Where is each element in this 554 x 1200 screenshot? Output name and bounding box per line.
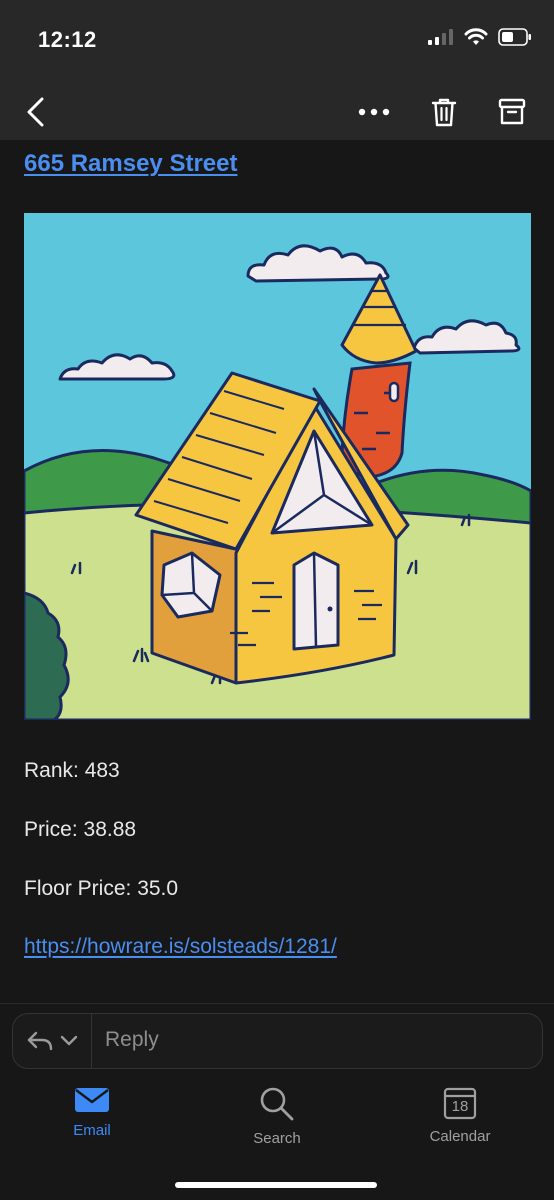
divider — [0, 1003, 554, 1004]
home-indicator[interactable] — [175, 1182, 377, 1188]
tab-email-label: Email — [73, 1122, 111, 1139]
chevron-down-icon — [60, 1035, 78, 1046]
clock: 12:12 — [38, 27, 97, 52]
trash-icon — [431, 98, 457, 127]
wifi-icon — [464, 28, 488, 45]
floor-price-text: Floor Price: 35.0 — [24, 877, 179, 900]
more-dots-icon — [358, 108, 390, 116]
tab-search[interactable]: Search — [217, 1086, 337, 1147]
status-bar: 12:12 — [0, 0, 554, 82]
archive-icon — [498, 98, 526, 125]
tab-calendar-label: Calendar — [429, 1128, 491, 1145]
property-title-link[interactable]: 665 Ramsey Street — [24, 150, 237, 178]
howrare-link[interactable]: https://howrare.is/solsteads/1281/ — [24, 935, 337, 959]
archive-button[interactable] — [490, 90, 534, 134]
rank-text: Rank: 483 — [24, 759, 120, 782]
tab-search-label: Search — [253, 1130, 301, 1147]
reply-input[interactable]: Reply — [105, 1028, 159, 1052]
email-body: 665 Ramsey Street Rank: 483 Price: 38.88… — [0, 140, 554, 1005]
email-toolbar — [0, 82, 554, 140]
tab-calendar[interactable]: 18 Calendar — [400, 1086, 520, 1145]
reply-options-button[interactable] — [13, 1014, 92, 1068]
search-icon — [260, 1087, 294, 1121]
delete-button[interactable] — [422, 90, 466, 134]
back-button[interactable] — [14, 90, 58, 134]
cellular-signal-icon — [428, 29, 453, 45]
reply-bar[interactable]: Reply — [12, 1013, 543, 1069]
chevron-left-icon — [27, 97, 44, 127]
reply-arrow-icon — [27, 1031, 53, 1051]
more-options-button[interactable] — [352, 90, 396, 134]
price-text: Price: 38.88 — [24, 818, 137, 841]
battery-icon — [498, 28, 531, 46]
calendar-day-badge: 18 — [451, 1098, 469, 1115]
house-illustration-image — [24, 213, 531, 720]
calendar-icon: 18 — [443, 1086, 477, 1120]
envelope-icon — [75, 1088, 109, 1112]
tab-bar: Email Search 18 Calendar — [0, 1070, 554, 1200]
status-icons — [428, 28, 532, 46]
tab-email[interactable]: Email — [32, 1086, 152, 1139]
